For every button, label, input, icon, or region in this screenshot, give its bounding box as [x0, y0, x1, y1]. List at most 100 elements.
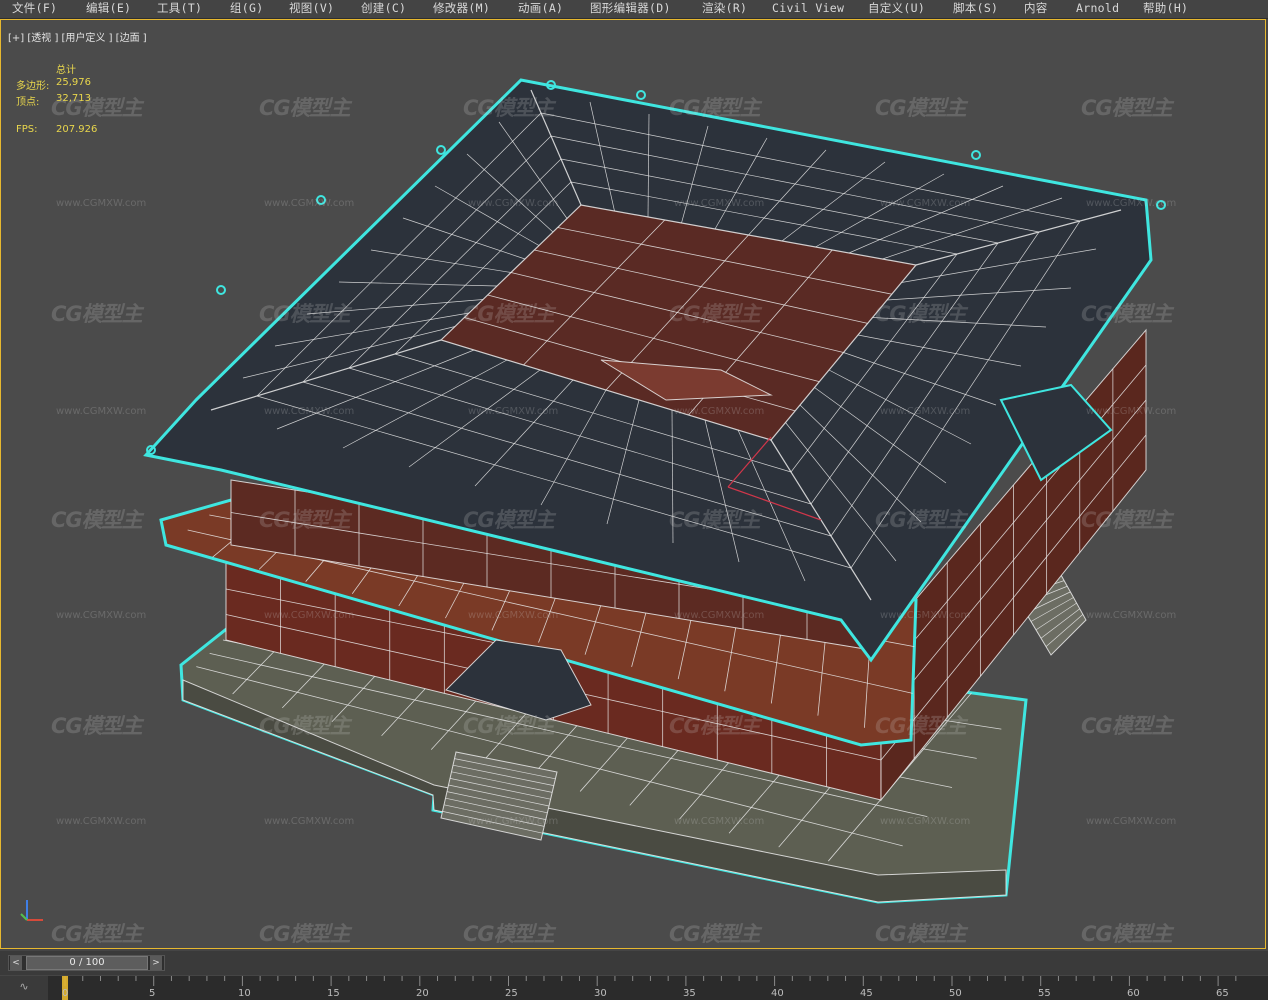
timeline-tick-label: 25: [505, 988, 518, 999]
watermark-logo: CG模型主: [1081, 96, 1173, 120]
menu-item-15[interactable]: 帮助(H): [1143, 0, 1188, 18]
watermark-url: www.CGMXW.com: [468, 198, 559, 209]
menu-item-14[interactable]: Arnold: [1076, 0, 1119, 18]
watermark-url: www.CGMXW.com: [264, 198, 355, 209]
watermark-logo: CG模型主: [875, 302, 967, 326]
timeline-tick-label: 50: [949, 988, 962, 999]
watermark-url: www.CGMXW.com: [880, 406, 971, 417]
watermark-url: www.CGMXW.com: [1086, 406, 1177, 417]
timeline-tick-label: 55: [1038, 988, 1051, 999]
timeline-tick-label: 45: [860, 988, 873, 999]
watermark-url: www.CGMXW.com: [1086, 816, 1177, 827]
watermark-url: www.CGMXW.com: [880, 816, 971, 827]
timeline-tick-label: 40: [771, 988, 784, 999]
watermark-url: www.CGMXW.com: [880, 198, 971, 209]
watermark-url: www.CGMXW.com: [264, 610, 355, 621]
watermark-url: www.CGMXW.com: [880, 610, 971, 621]
watermark-logo: CG模型主: [669, 714, 761, 738]
menu-item-5[interactable]: 创建(C): [361, 0, 406, 18]
watermark-logo: CG模型主: [875, 714, 967, 738]
fps-value: 207.926: [56, 124, 98, 135]
menu-item-1[interactable]: 编辑(E): [86, 0, 131, 18]
perspective-viewport[interactable]: CG模型主 CG模型主 CG模型主 CG模型主 CG模型主 CG模型主 CG模型主 CG模型主…: [0, 19, 1266, 949]
watermark-logo: CG模型主: [875, 96, 967, 120]
watermark-logo: CG模型主: [669, 922, 761, 946]
polys-value: 25,976: [56, 77, 91, 88]
watermark-logo: CG模型主: [875, 922, 967, 946]
verts-label: 顶点:: [16, 97, 40, 108]
watermark-logo: CG模型主: [1081, 714, 1173, 738]
timeline-ruler[interactable]: 0 5 10 15 20 25 30 35 40 45 50 55 60 65: [0, 976, 1268, 1000]
menu-item-13[interactable]: 内容: [1024, 0, 1048, 18]
watermark-logo: CG模型主: [669, 96, 761, 120]
menu-item-10[interactable]: Civil View: [772, 0, 844, 18]
mini-curve-icon[interactable]: ∿: [0, 976, 48, 1000]
watermark-url: www.CGMXW.com: [674, 816, 765, 827]
watermark-url: www.CGMXW.com: [264, 816, 355, 827]
timeline-tick-label: 15: [327, 988, 340, 999]
watermark-logo: CG模型主: [259, 302, 351, 326]
watermark-logo: CG模型主: [51, 714, 143, 738]
watermark-logo: CG模型主: [1081, 302, 1173, 326]
menu-item-12[interactable]: 脚本(S): [953, 0, 998, 18]
watermark-logo: CG模型主: [463, 96, 555, 120]
watermark-logo: CG模型主: [51, 508, 143, 532]
watermark-url: www.CGMXW.com: [1086, 610, 1177, 621]
timeline-tick-label: 20: [416, 988, 429, 999]
watermark-logo: CG模型主: [463, 508, 555, 532]
time-slider-bar: < 0 / 100 >: [0, 951, 1268, 975]
timeline-tick-label: 65: [1216, 988, 1229, 999]
time-slider-prev-button[interactable]: <: [10, 956, 22, 970]
stats-header: 总计: [56, 65, 76, 76]
menu-item-2[interactable]: 工具(T): [157, 0, 202, 18]
menu-item-0[interactable]: 文件(F): [12, 0, 57, 18]
watermark-url: www.CGMXW.com: [674, 406, 765, 417]
watermark-logo: CG模型主: [259, 508, 351, 532]
watermark-url: www.CGMXW.com: [56, 198, 147, 209]
watermark-logo: CG模型主: [669, 302, 761, 326]
watermark-url: www.CGMXW.com: [674, 610, 765, 621]
watermark-url: www.CGMXW.com: [264, 406, 355, 417]
watermark-url: www.CGMXW.com: [56, 610, 147, 621]
watermark-logo: CG模型主: [259, 714, 351, 738]
verts-value: 32,713: [56, 93, 91, 104]
time-slider-thumb[interactable]: 0 / 100: [26, 956, 148, 970]
watermark-logo: CG模型主: [669, 508, 761, 532]
watermark-logo: CG模型主: [1081, 922, 1173, 946]
watermark-logo: CG模型主: [259, 96, 351, 120]
watermark-logo: CG模型主: [51, 922, 143, 946]
polys-label: 多边形:: [16, 81, 50, 92]
fps-label: FPS:: [16, 124, 38, 135]
axis-gizmo-icon: [20, 900, 43, 921]
building-model-scene[interactable]: [1, 20, 1266, 949]
watermark-url: www.CGMXW.com: [468, 816, 559, 827]
watermark-url: www.CGMXW.com: [468, 406, 559, 417]
timeline-tick-label: 5: [149, 988, 156, 999]
roof-ornament: [636, 90, 646, 100]
viewport-label[interactable]: [+] [透视 ] [用户定义 ] [边面 ]: [8, 29, 147, 44]
menu-item-6[interactable]: 修改器(M): [433, 0, 490, 18]
roof-ornament: [216, 285, 226, 295]
watermark-logo: CG模型主: [875, 508, 967, 532]
time-slider-next-button[interactable]: >: [150, 956, 162, 970]
roof-ornament: [436, 145, 446, 155]
menu-item-8[interactable]: 图形编辑器(D): [590, 0, 671, 18]
watermark-url: www.CGMXW.com: [468, 610, 559, 621]
timeline-tick-label: 30: [594, 988, 607, 999]
menu-item-9[interactable]: 渲染(R): [702, 0, 747, 18]
roof-ornament: [971, 150, 981, 160]
watermark-logo: CG模型主: [463, 302, 555, 326]
watermark-url: www.CGMXW.com: [56, 816, 147, 827]
menu-bar: 文件(F) 编辑(E) 工具(T) 组(G) 视图(V) 创建(C) 修改器(M) 动画(A)…: [0, 0, 1268, 19]
menu-item-7[interactable]: 动画(A): [518, 0, 563, 18]
watermark-url: www.CGMXW.com: [674, 198, 765, 209]
timeline-ticks: [62, 976, 1237, 1000]
watermark-logo: CG模型主: [463, 714, 555, 738]
menu-item-11[interactable]: 自定义(U): [868, 0, 925, 18]
watermark-logo: CG模型主: [1081, 508, 1173, 532]
timeline-tick-label: 10: [238, 988, 251, 999]
timeline-tick-label: 60: [1127, 988, 1140, 999]
menu-item-4[interactable]: 视图(V): [289, 0, 334, 18]
watermark-logo: CG模型主: [463, 922, 555, 946]
menu-item-3[interactable]: 组(G): [230, 0, 263, 18]
